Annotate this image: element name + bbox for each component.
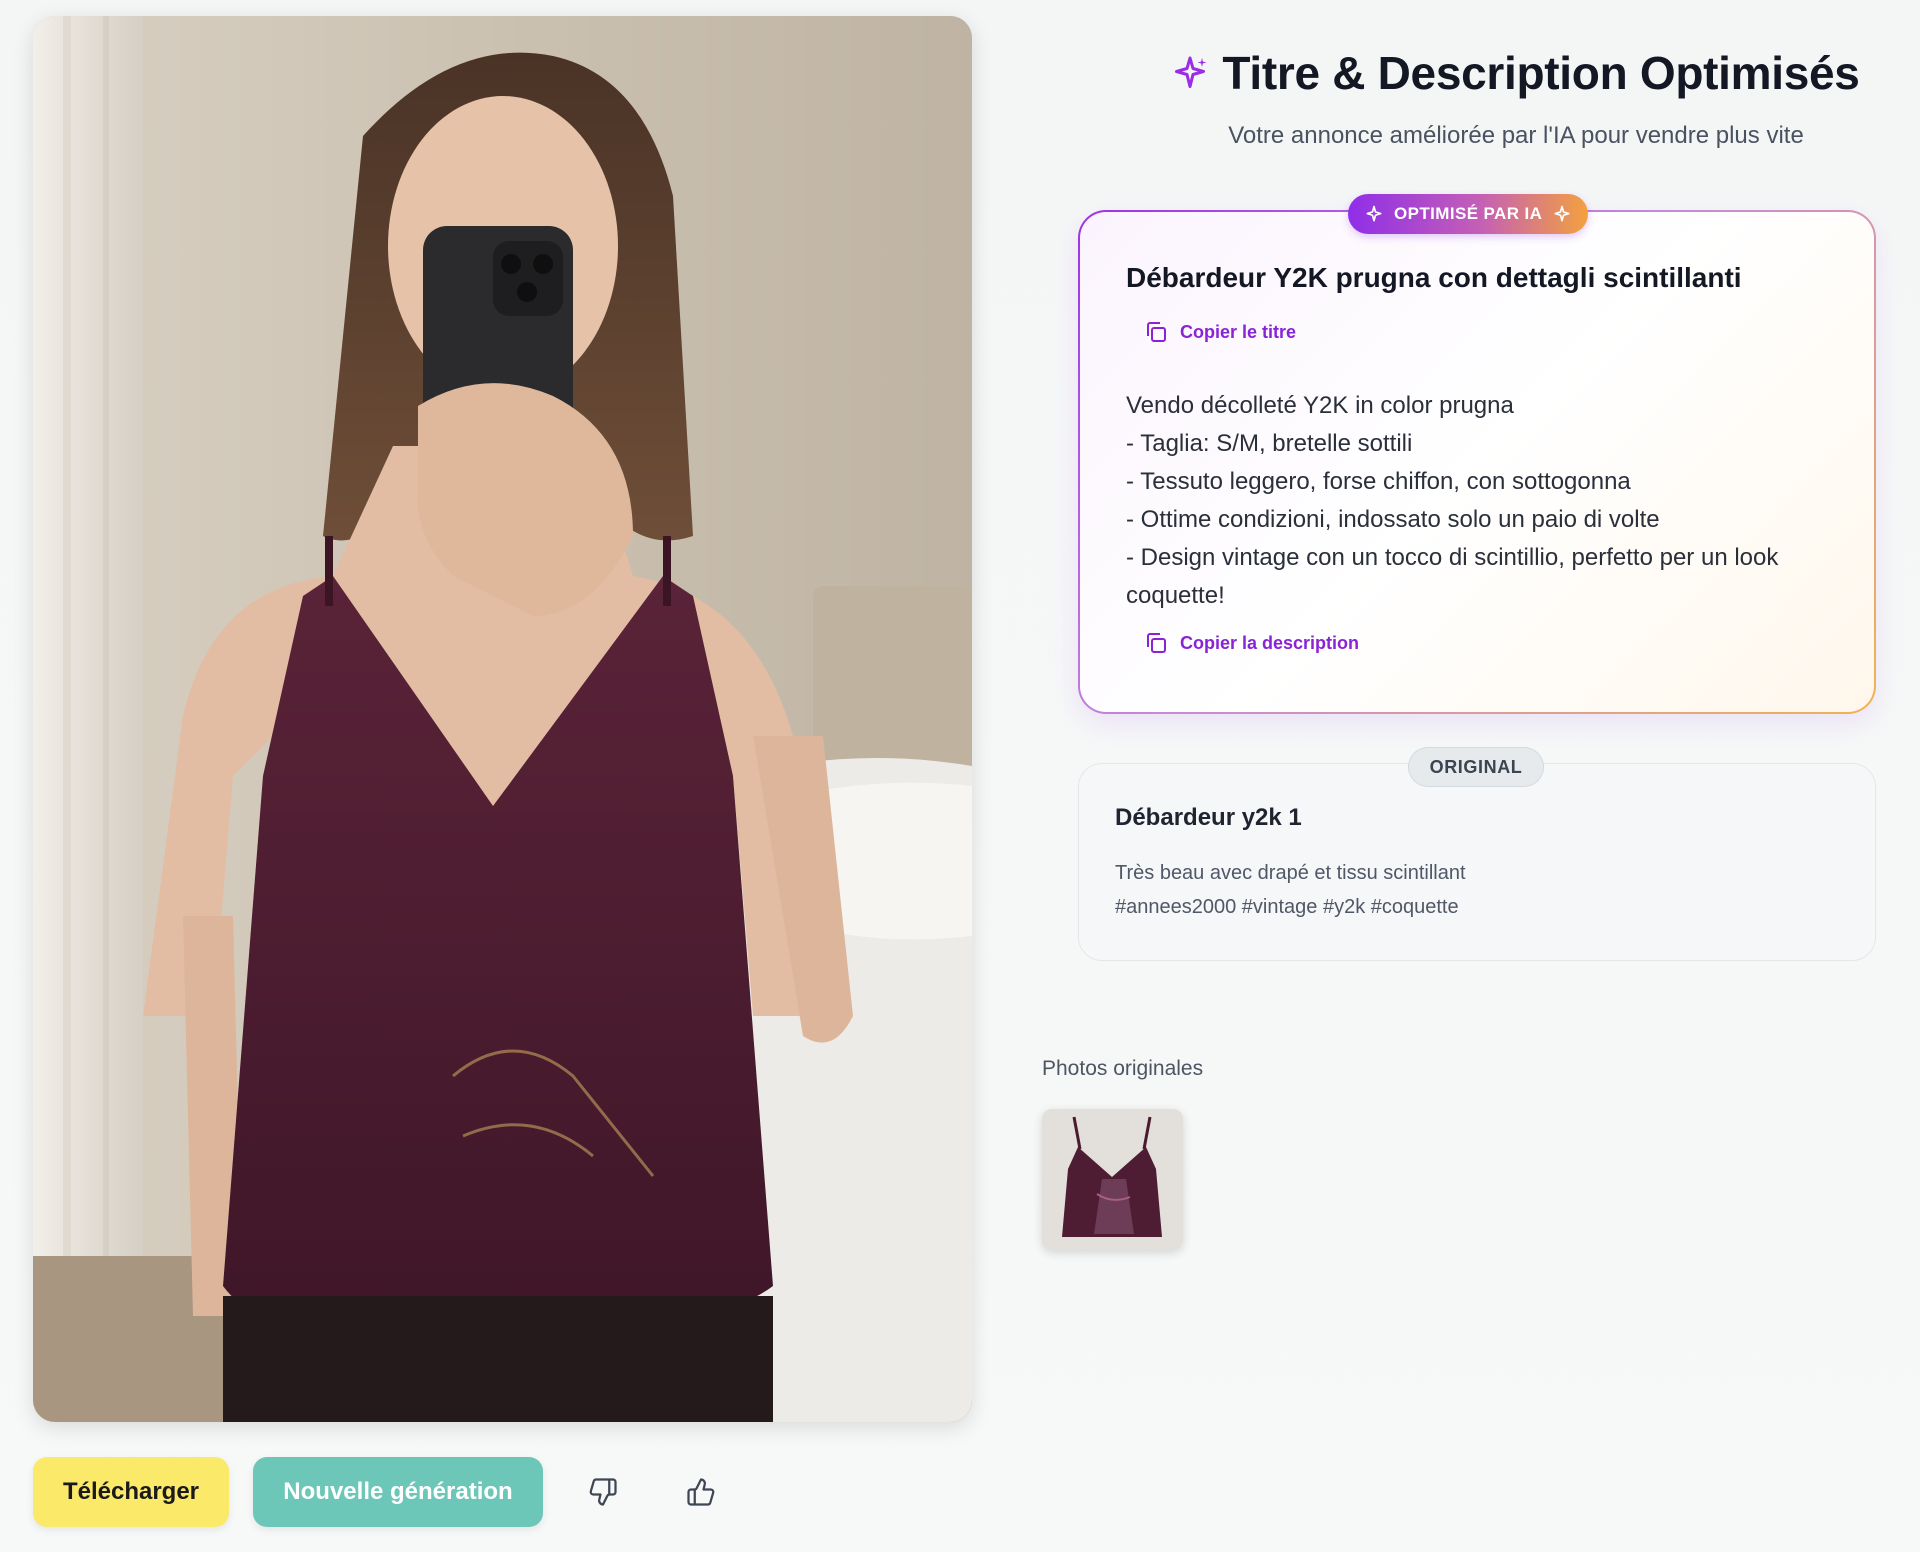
original-title: Débardeur y2k 1 [1115, 804, 1302, 831]
copy-title-button[interactable]: Copier le titre [1144, 320, 1296, 344]
optimized-title: Débardeur Y2K prugna con dettagli scinti… [1126, 262, 1742, 293]
page-title-row: Titre & Description Optimisés [1078, 46, 1920, 100]
ai-optimized-card: Débardeur Y2K prugna con dettagli scinti… [1078, 210, 1876, 714]
original-photo-illustration [1042, 1109, 1183, 1250]
copy-description-button[interactable]: Copier la description [1144, 631, 1359, 655]
thumbs-down-icon [589, 1478, 617, 1506]
copy-description-label: Copier la description [1180, 632, 1360, 653]
copy-icon [1147, 322, 1166, 342]
original-photos-label: Photos originales [1042, 1057, 1204, 1080]
regenerate-button[interactable]: Nouvelle génération [253, 1457, 543, 1527]
download-button[interactable]: Télécharger [33, 1457, 229, 1527]
page-title: Titre & Description Optimisés [1222, 47, 1860, 99]
ai-optimized-badge: OPTIMISÉ PAR IA [1348, 194, 1589, 234]
copy-icon [1147, 633, 1166, 653]
original-photo-thumbnail[interactable] [1042, 1109, 1183, 1250]
sparkle-icon [1175, 56, 1207, 88]
page-header: Titre & Description Optimisés Votre anno… [1078, 46, 1920, 150]
generated-photo [33, 16, 972, 1422]
original-badge: ORIGINAL [1408, 747, 1544, 787]
copy-title-label: Copier le titre [1180, 321, 1297, 342]
sparkle-icon [1366, 205, 1382, 222]
thumbs-down-button[interactable] [577, 1466, 629, 1518]
original-listing-card: Débardeur y2k 1 Très beau avec drapé et … [1078, 763, 1876, 961]
ai-optimized-badge-label: OPTIMISÉ PAR IA [1394, 204, 1543, 223]
thumbs-up-icon [687, 1478, 715, 1506]
ai-optimized-card-body: Débardeur Y2K prugna con dettagli scinti… [1080, 212, 1874, 712]
thumbs-up-button[interactable] [675, 1466, 727, 1518]
generated-photo-illustration [33, 16, 972, 1422]
action-bar: Télécharger Nouvelle génération [33, 1457, 727, 1527]
optimized-description: Vendo décolleté Y2K in color prugna - Ta… [1126, 392, 1779, 609]
sparkle-icon [1554, 205, 1570, 222]
page-subtitle: Votre annonce améliorée par l'IA pour ve… [1228, 122, 1804, 149]
original-description: Très beau avec drapé et tissu scintillan… [1115, 862, 1466, 918]
